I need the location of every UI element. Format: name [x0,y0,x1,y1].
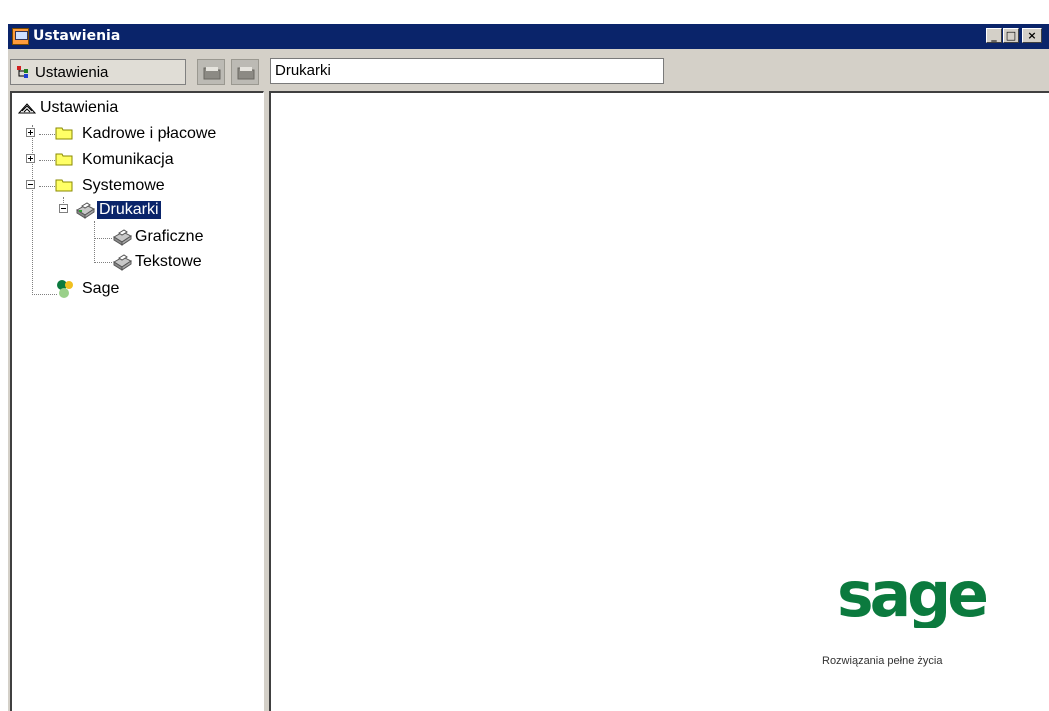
sage-tagline: Rozwiązania pełne życia [822,655,943,667]
expand-toggle[interactable] [26,128,35,137]
expand-toggle[interactable] [26,154,35,163]
tree-item-label: Kadrowe i płacowe [82,125,217,142]
toolbar: Ustawienia [10,56,263,86]
settings-tree[interactable]: Ustawienia Kadrowe i płacowe Komunikacja… [10,91,264,711]
folder-icon [55,153,73,166]
tree-line [94,221,95,263]
tree-selector-button[interactable]: Ustawienia [10,59,186,85]
collapse-toggle[interactable] [59,204,68,213]
tree-item-label: Sage [82,280,120,297]
folder-icon [55,179,73,192]
tree-line [32,125,33,295]
title-bar[interactable]: Ustawienia _ □ × [8,24,1049,49]
path-field[interactable]: Drukarki [270,58,664,84]
tree-line [32,294,57,295]
maximize-button[interactable]: □ [1003,28,1019,43]
tree-line [39,160,55,161]
tree-line [39,134,55,135]
collapse-toggle[interactable] [26,180,35,189]
sage-icon [57,280,73,298]
app-icon [12,28,29,45]
tree-item-label: Tekstowe [135,253,202,270]
window-title: Ustawienia [33,28,121,44]
close-button[interactable]: × [1022,28,1042,43]
settings-root-icon [18,103,36,114]
tree-item-label: Drukarki [96,200,162,220]
tree-line [94,238,112,239]
tree-line [94,262,112,263]
tree-selector-label: Ustawienia [35,64,109,81]
folder-grey-icon [237,67,255,80]
printer-icon [113,229,132,246]
tree-item-label: Komunikacja [82,151,174,168]
printer-icon [113,254,132,271]
minimize-button[interactable]: _ [986,28,1002,43]
sage-logo-text: sage [837,568,987,628]
tree-structure-icon [17,66,28,78]
toolbar-folder-button-2[interactable] [231,59,259,85]
toolbar-folder-button-1[interactable] [197,59,225,85]
printer-icon [76,202,95,219]
tree-root-label: Ustawienia [40,99,119,116]
folder-icon [55,127,73,140]
tree-item-label: Graficzne [135,228,204,245]
folder-grey-icon [203,67,221,80]
tree-item-label: Systemowe [82,177,165,194]
tree-line [39,186,55,187]
sage-logo: sage [837,568,987,628]
